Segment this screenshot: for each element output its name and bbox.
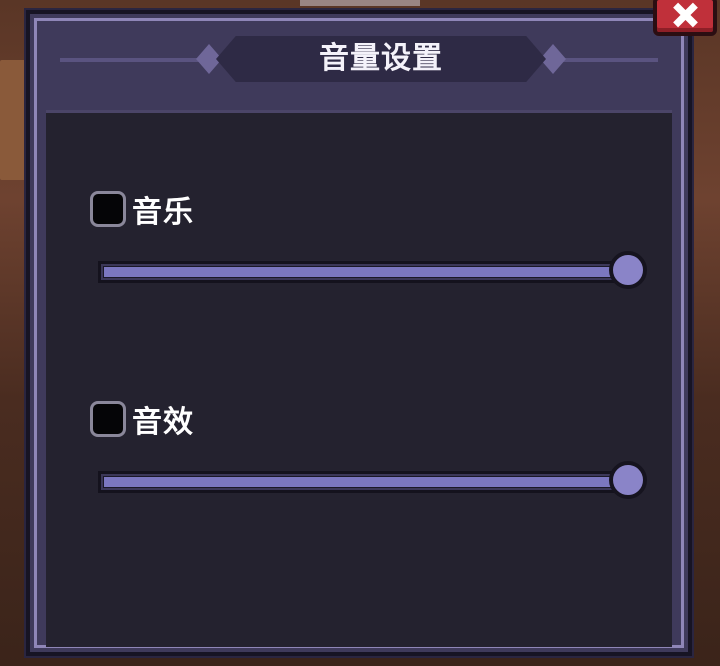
slider-thumb[interactable] <box>609 461 647 499</box>
slider-track <box>98 261 628 283</box>
sfx-volume-slider[interactable] <box>98 461 648 499</box>
setting-row-sfx: 音效 <box>90 397 194 441</box>
music-label: 音乐 <box>132 195 194 230</box>
volume-settings-dialog: 音量设置 音乐 音效 <box>26 10 692 656</box>
slider-track <box>98 471 628 493</box>
close-button[interactable] <box>653 0 717 36</box>
slider-fill <box>104 477 628 487</box>
music-volume-slider[interactable] <box>98 251 648 289</box>
settings-content: 音乐 音效 <box>46 110 672 647</box>
title-bar: 音量设置 <box>30 14 688 108</box>
sfx-checkbox[interactable] <box>90 401 126 437</box>
setting-row-music: 音乐 <box>90 187 194 231</box>
close-icon <box>672 2 698 28</box>
dialog-title: 音量设置 <box>319 41 443 76</box>
background-top-text <box>300 0 420 6</box>
slider-thumb[interactable] <box>609 251 647 289</box>
sfx-label: 音效 <box>132 405 194 440</box>
music-checkbox[interactable] <box>90 191 126 227</box>
slider-fill <box>104 267 628 277</box>
